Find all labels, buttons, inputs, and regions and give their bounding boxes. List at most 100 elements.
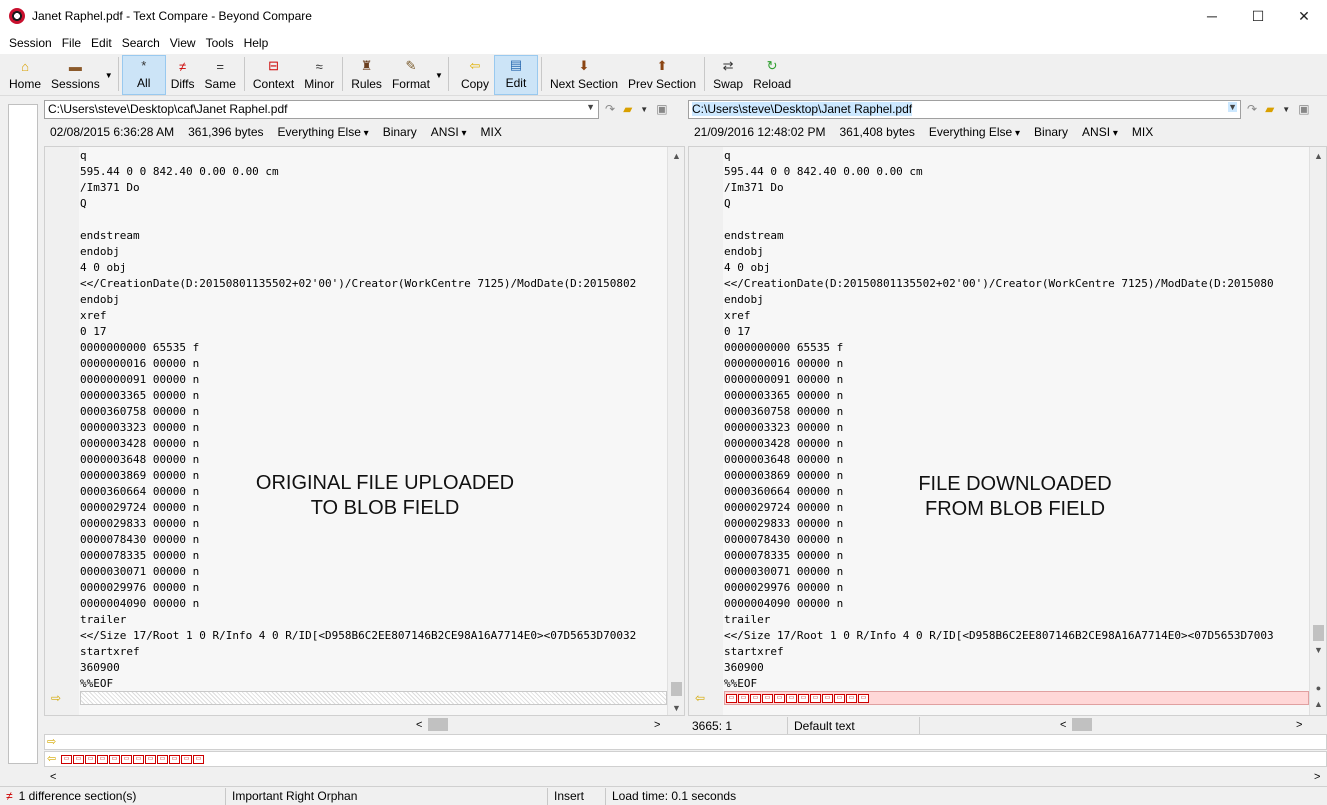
- chevron-down-icon[interactable]: ▼: [435, 71, 443, 80]
- show-same-button[interactable]: = Same: [200, 55, 241, 95]
- scroll-right-icon[interactable]: >: [1314, 771, 1320, 783]
- prev-diff-icon[interactable]: ▲: [1310, 695, 1326, 712]
- crlf-marker-icon: ▭: [762, 694, 773, 703]
- context-button[interactable]: ⊟ Context: [248, 55, 299, 95]
- right-mode[interactable]: Binary: [1034, 125, 1068, 139]
- chevron-down-icon[interactable]: ▼: [586, 102, 595, 112]
- right-vertical-scrollbar[interactable]: ▲ ▼ ● ▲: [1309, 147, 1326, 715]
- format-icon: ✎: [405, 58, 417, 73]
- scroll-down-icon[interactable]: ▼: [1310, 641, 1326, 658]
- right-orphan-line[interactable]: ▭ ▭ ▭ ▭ ▭ ▭ ▭ ▭ ▭ ▭ ▭ ▭: [724, 691, 1309, 705]
- scroll-left-icon[interactable]: <: [1060, 719, 1066, 731]
- toolbar-separator: [540, 57, 542, 91]
- reload-button[interactable]: ↻ Reload: [748, 55, 796, 95]
- left-encoding[interactable]: ANSI: [431, 125, 467, 139]
- crlf-marker-icon: ▭: [810, 694, 821, 703]
- scroll-up-icon[interactable]: ▲: [668, 147, 684, 164]
- arrow-up-icon: ⬆: [656, 58, 668, 73]
- right-horizontal-scrollbar[interactable]: < >: [920, 716, 1327, 733]
- detail-horizontal-scrollbar[interactable]: < >: [44, 768, 1327, 785]
- detail-left-line[interactable]: ⇨: [44, 734, 1327, 750]
- show-same-label: Same: [204, 77, 236, 91]
- home-button[interactable]: ⌂ Home: [4, 55, 46, 95]
- scroll-left-icon[interactable]: <: [416, 719, 422, 731]
- detail-right-line[interactable]: ⇦ ▭ ▭ ▭ ▭ ▭ ▭ ▭ ▭ ▭ ▭ ▭ ▭: [44, 751, 1327, 767]
- right-info-bar: 21/09/2016 12:48:02 PM 361,408 bytes Eve…: [688, 120, 1327, 144]
- left-annotation: ORIGINAL FILE UPLOADED TO BLOB FIELD: [225, 471, 545, 521]
- right-format-filter[interactable]: Everything Else: [929, 125, 1020, 139]
- home-label: Home: [9, 77, 42, 91]
- scroll-right-icon[interactable]: >: [1296, 719, 1302, 731]
- crlf-marker-icon: ▭: [774, 694, 785, 703]
- left-mode[interactable]: Binary: [383, 125, 417, 139]
- scroll-down-icon[interactable]: ▼: [668, 699, 684, 715]
- chevron-down-icon[interactable]: ▼: [1282, 105, 1290, 114]
- left-line-ending[interactable]: MIX: [481, 125, 502, 139]
- crlf-marker-icon: ▭: [738, 694, 749, 703]
- rules-button[interactable]: ♜ Rules: [346, 55, 387, 95]
- copy-button[interactable]: ⇦ Copy: [456, 55, 494, 95]
- left-code-content[interactable]: q 595.44 0 0 842.40 0.00 0.00 cm /Im371 …: [80, 148, 636, 692]
- maximize-button[interactable]: ☐: [1235, 0, 1281, 32]
- crlf-marker-icon: ▭: [726, 694, 737, 703]
- next-section-button[interactable]: ⬇ Next Section: [545, 55, 623, 95]
- right-annotation: FILE DOWNLOADED FROM BLOB FIELD: [865, 472, 1165, 522]
- edit-button[interactable]: ▤ Edit: [493, 55, 538, 95]
- menu-tools[interactable]: Tools: [201, 36, 239, 50]
- menu-bar: Session File Edit Search View Tools Help: [0, 32, 1327, 54]
- scroll-left-icon[interactable]: <: [50, 771, 56, 783]
- scroll-up-icon[interactable]: ▲: [1310, 147, 1326, 164]
- swap-icon: ⇄: [722, 58, 734, 73]
- menu-edit[interactable]: Edit: [86, 36, 117, 50]
- folder-open-icon[interactable]: ▰: [1265, 102, 1274, 116]
- menu-search[interactable]: Search: [117, 36, 165, 50]
- crlf-marker-icon: ▭: [181, 755, 192, 764]
- prev-section-button[interactable]: ⬆ Prev Section: [623, 55, 701, 95]
- sessions-button[interactable]: ▬ Sessions ▼: [46, 55, 113, 95]
- left-path-input[interactable]: C:\Users\steve\Desktop\caf\Janet Raphel.…: [44, 99, 599, 119]
- arrow-left-icon[interactable]: ⇦: [695, 691, 705, 705]
- left-format-filter[interactable]: Everything Else: [278, 125, 369, 139]
- right-code-content[interactable]: q 595.44 0 0 842.40 0.00 0.00 cm /Im371 …: [724, 148, 1274, 692]
- menu-session[interactable]: Session: [4, 36, 57, 50]
- left-hscroll-thumb[interactable]: [428, 718, 448, 731]
- menu-view[interactable]: View: [165, 36, 201, 50]
- format-button[interactable]: ✎ Format ▼: [387, 55, 443, 95]
- chevron-down-icon[interactable]: ▼: [105, 71, 113, 80]
- right-scroll-thumb[interactable]: [1313, 625, 1324, 641]
- right-path-input[interactable]: C:\Users\steve\Desktop\Janet Raphel.pdf …: [688, 99, 1241, 119]
- chevron-down-icon[interactable]: ▼: [640, 105, 648, 114]
- next-diff-icon[interactable]: ●: [1310, 679, 1326, 696]
- right-hscroll-thumb[interactable]: [1072, 718, 1092, 731]
- swap-button[interactable]: ⇄ Swap: [708, 55, 748, 95]
- right-line-ending[interactable]: MIX: [1132, 125, 1153, 139]
- left-scroll-thumb[interactable]: [671, 682, 682, 696]
- minimize-button[interactable]: ─: [1189, 0, 1235, 32]
- save-icon[interactable]: ▣: [1298, 102, 1309, 116]
- left-text-area[interactable]: q 595.44 0 0 842.40 0.00 0.00 cm /Im371 …: [44, 146, 685, 716]
- left-annotation-line1: ORIGINAL FILE UPLOADED: [255, 472, 515, 494]
- chevron-down-icon[interactable]: ▼: [1228, 101, 1237, 112]
- sessions-label: Sessions: [51, 77, 100, 91]
- history-icon[interactable]: ↷: [605, 102, 615, 116]
- menu-file[interactable]: File: [57, 36, 86, 50]
- left-horizontal-scrollbar[interactable]: < >: [44, 716, 685, 733]
- right-encoding[interactable]: ANSI: [1082, 125, 1118, 139]
- left-vertical-scrollbar[interactable]: ▲ ▼: [667, 147, 684, 715]
- menu-help[interactable]: Help: [239, 36, 274, 50]
- left-path-bar: C:\Users\steve\Desktop\caf\Janet Raphel.…: [44, 98, 685, 120]
- close-button[interactable]: ✕: [1281, 0, 1327, 32]
- save-icon[interactable]: ▣: [656, 102, 667, 116]
- format-label: Format: [391, 77, 430, 91]
- copy-label: Copy: [460, 77, 489, 91]
- history-icon[interactable]: ↷: [1247, 102, 1257, 116]
- show-all-button[interactable]: * All: [121, 55, 166, 95]
- folder-open-icon[interactable]: ▰: [623, 102, 632, 116]
- left-annotation-line2: TO BLOB FIELD: [310, 497, 460, 519]
- show-diffs-button[interactable]: ≠ Diffs: [166, 55, 200, 95]
- overview-thumbnail[interactable]: [8, 104, 38, 764]
- right-text-area[interactable]: q 595.44 0 0 842.40 0.00 0.00 cm /Im371 …: [688, 146, 1327, 716]
- minor-button[interactable]: ≈ Minor: [299, 55, 339, 95]
- scroll-right-icon[interactable]: >: [654, 719, 660, 731]
- arrow-right-icon[interactable]: ⇨: [51, 691, 61, 705]
